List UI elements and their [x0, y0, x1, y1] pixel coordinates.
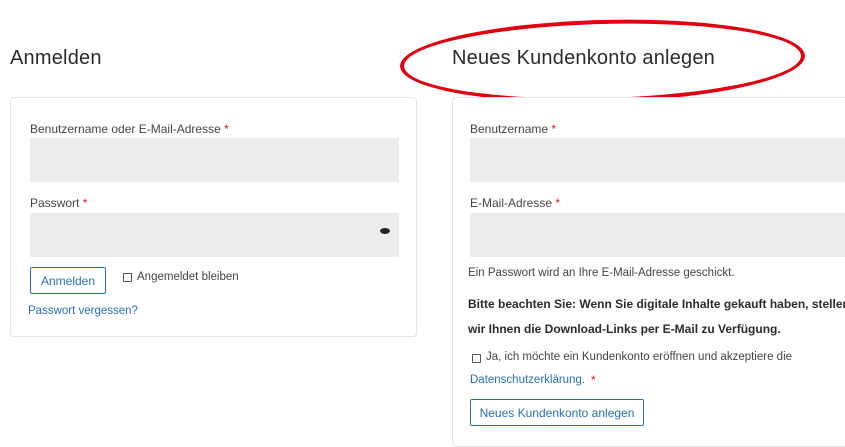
login-username-label-text: Benutzername oder E-Mail-Adresse — [30, 122, 221, 136]
register-username-label: Benutzername * — [470, 122, 556, 136]
register-username-label-text: Benutzername — [470, 122, 549, 136]
consent-text: Ja, ich möchte ein Kundenkonto eröffnen … — [486, 351, 793, 363]
digital-content-notice-line1: Bitte beachten Sie: Wenn Sie digitale In… — [468, 297, 845, 311]
forgot-password-link[interactable]: Passwort vergessen? — [28, 305, 138, 317]
required-asterisk: * — [551, 122, 557, 136]
login-password-label: Passwort * — [30, 196, 87, 210]
password-info-text: Ein Passwort wird an Ihre E-Mail-Adresse… — [468, 267, 735, 279]
eye-icon[interactable] — [380, 228, 390, 234]
login-panel: Benutzername oder E-Mail-Adresse * Passw… — [10, 97, 417, 337]
required-asterisk: * — [591, 373, 596, 387]
digital-content-notice-line2: wir Ihnen die Download-Links per E-Mail … — [468, 322, 781, 336]
register-email-input[interactable] — [470, 213, 845, 257]
remember-me-checkbox[interactable] — [123, 273, 132, 282]
create-account-button[interactable]: Neues Kundenkonto anlegen — [470, 399, 644, 426]
login-button[interactable]: Anmelden — [30, 267, 106, 294]
register-email-label: E-Mail-Adresse * — [470, 196, 560, 210]
consent-checkbox[interactable] — [472, 354, 481, 363]
register-title: Neues Kundenkonto anlegen — [452, 47, 715, 69]
privacy-policy-link[interactable]: Datenschutzerklärung. — [470, 374, 585, 386]
register-panel: Benutzername * E-Mail-Adresse * Ein Pass… — [452, 97, 845, 447]
required-asterisk: * — [224, 122, 229, 136]
register-email-label-text: E-Mail-Adresse — [470, 196, 553, 210]
login-password-input[interactable] — [30, 213, 399, 257]
remember-me-label: Angemeldet bleiben — [137, 271, 239, 283]
login-username-label: Benutzername oder E-Mail-Adresse * — [30, 122, 229, 136]
required-asterisk: * — [555, 196, 561, 210]
login-username-input[interactable] — [30, 138, 399, 182]
register-username-input[interactable] — [470, 138, 845, 182]
required-asterisk: * — [82, 196, 88, 210]
login-title: Anmelden — [10, 47, 102, 69]
login-password-label-text: Passwort — [30, 196, 80, 210]
